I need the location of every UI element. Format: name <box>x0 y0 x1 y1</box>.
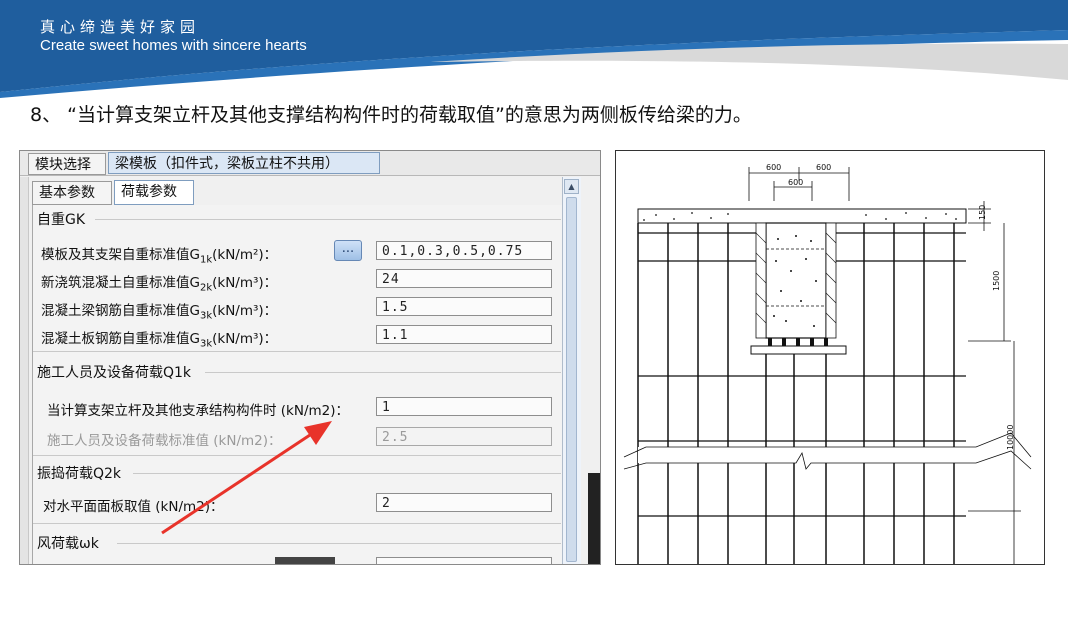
slogan-chinese: 真心缔造美好家园 <box>40 18 201 36</box>
dim-label: 600 <box>816 163 831 172</box>
software-screenshot: 模块选择 梁模板（扣件式，梁板立柱不共用） 基本参数 荷载参数 自重GK 模板及… <box>19 150 601 565</box>
dim-label: 1500 <box>992 271 1001 291</box>
dim-label: 600 <box>788 178 803 187</box>
dim-label: 600 <box>766 163 781 172</box>
red-annotation-arrow <box>161 421 332 535</box>
header-banner: 真心缔造美好家园 Create sweet homes with sincere… <box>0 0 1068 98</box>
slide-heading: 8、 “当计算支架立杆及其他支撑结构构件时的荷载取值”的意思为两侧板传给梁的力。 <box>30 104 752 126</box>
slogan-english: Create sweet homes with sincere hearts <box>40 37 307 54</box>
cad-section-drawing: 600 600 600 150 1500 10000 <box>615 150 1045 565</box>
dim-label: 150 <box>978 205 987 220</box>
dim-label: 10000 <box>1006 425 1015 450</box>
drawing-canvas: 600 600 600 150 1500 10000 <box>623 163 1032 564</box>
